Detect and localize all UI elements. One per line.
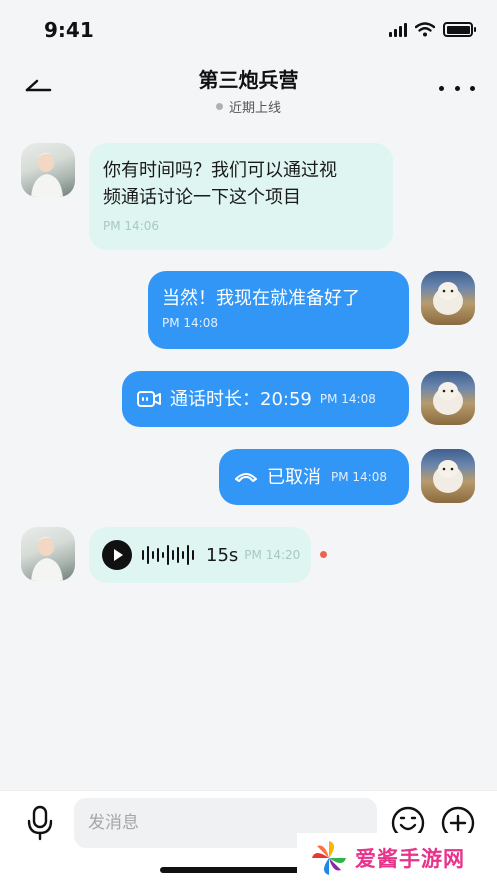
message-bubble-incoming[interactable]: 你有时间吗？我们可以通过视 频通话讨论一下这个项目 PM 14:06 xyxy=(89,143,393,250)
message-bubble-outgoing[interactable]: 当然！我现在就准备好了 PM 14:08 xyxy=(148,271,409,349)
play-icon[interactable] xyxy=(102,540,132,570)
my-avatar[interactable] xyxy=(421,449,475,503)
call-cancelled-text: 已取消 xyxy=(267,466,321,488)
contact-avatar[interactable] xyxy=(21,143,75,197)
call-record-bubble[interactable]: 已取消 PM 14:08 xyxy=(219,449,409,505)
presence-status: 近期上线 xyxy=(0,97,497,116)
unread-dot xyxy=(320,551,327,558)
pinwheel-logo-icon xyxy=(312,841,346,875)
call-duration-text: 通话时长：20:59 xyxy=(170,388,312,410)
video-call-icon xyxy=(137,391,161,407)
chat-header: 第三炮兵营 近期上线 xyxy=(0,58,497,122)
cellular-signal-icon xyxy=(389,22,407,37)
message-timestamp: PM 14:20 xyxy=(244,548,301,562)
presence-dot-icon xyxy=(215,103,223,110)
message-timestamp: PM 14:06 xyxy=(103,219,159,233)
hang-up-icon xyxy=(235,473,257,482)
message-timestamp: PM 14:08 xyxy=(319,392,376,406)
my-avatar[interactable] xyxy=(421,371,475,425)
more-options-button[interactable] xyxy=(439,76,475,100)
voice-duration: 15s xyxy=(206,544,239,566)
voice-waveform-icon xyxy=(142,545,194,565)
status-time: 9:41 xyxy=(44,18,94,42)
message-text: 当然！我现在就准备好了 xyxy=(162,288,360,309)
voice-input-button[interactable] xyxy=(22,803,58,843)
chat-title-block: 第三炮兵营 近期上线 xyxy=(0,64,497,116)
chat-title: 第三炮兵营 xyxy=(198,68,299,92)
voice-message-bubble[interactable]: 15s PM 14:20 xyxy=(89,527,311,583)
status-bar: 9:41 xyxy=(0,0,497,58)
battery-icon xyxy=(443,22,476,37)
presence-label: 近期上线 xyxy=(228,101,281,116)
microphone-icon xyxy=(27,805,53,841)
contact-avatar[interactable] xyxy=(21,527,75,581)
message-timestamp: PM 14:08 xyxy=(331,470,387,484)
watermark: 爱酱手游网 xyxy=(297,833,493,883)
status-icons xyxy=(389,22,476,37)
message-timestamp: PM 14:08 xyxy=(162,316,218,330)
wifi-icon xyxy=(415,22,435,37)
my-avatar[interactable] xyxy=(421,271,475,325)
call-record-bubble[interactable]: 通话时长：20:59 PM 14:08 xyxy=(122,371,409,427)
message-text: 你有时间吗？我们可以通过视 频通话讨论一下这个项目 xyxy=(103,160,337,208)
watermark-text: 爱酱手游网 xyxy=(355,847,465,871)
